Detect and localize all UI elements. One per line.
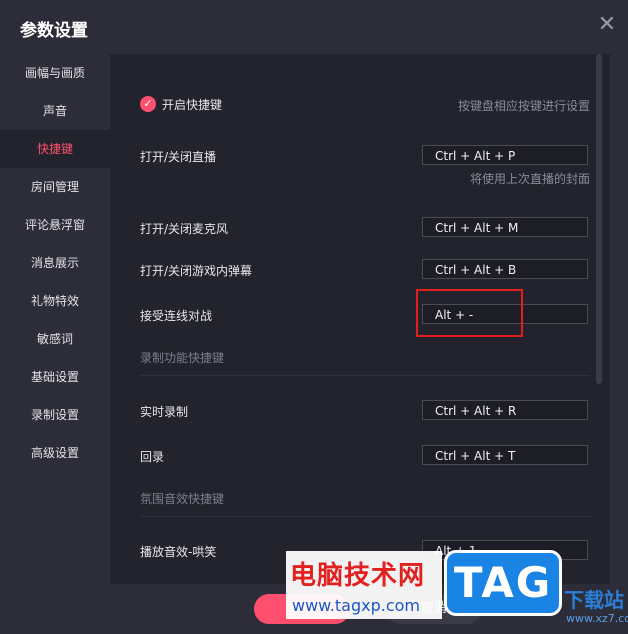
sidebar-item-display-quality[interactable]: 画幅与画质 — [0, 54, 110, 92]
section-divider — [140, 516, 590, 517]
watermark-url: www.tagxp.com — [292, 596, 420, 615]
dialog-titlebar: 参数设置 ✕ — [0, 0, 628, 54]
shortcut-label-replay-record: 回录 — [140, 450, 165, 464]
sidebar-item-record-settings[interactable]: 录制设置 — [0, 396, 110, 434]
shortcut-hint-toggle-live: 将使用上次直播的封面 — [470, 172, 591, 186]
watermark-right-text: 下载站 — [564, 588, 624, 612]
sidebar-item-comment-overlay[interactable]: 评论悬浮窗 — [0, 206, 110, 244]
shortcut-field-replay-record[interactable]: Ctrl + Alt + T — [422, 445, 588, 465]
sidebar-item-message-display[interactable]: 消息展示 — [0, 244, 110, 282]
watermark-logo: TAG — [444, 550, 562, 616]
sidebar-item-advanced-settings[interactable]: 高级设置 — [0, 434, 110, 472]
sidebar-item-shortcuts[interactable]: 快捷键 — [0, 130, 110, 168]
shortcut-field-realtime-record[interactable]: Ctrl + Alt + R — [422, 400, 588, 420]
shortcut-label-toggle-danmaku: 打开/关闭游戏内弹幕 — [140, 264, 253, 278]
scrollbar[interactable] — [596, 54, 602, 384]
section-title-recording: 录制功能快捷键 — [140, 351, 225, 365]
shortcut-label-laugh-sound: 播放音效-哄笑 — [140, 545, 217, 559]
enable-shortcuts-checkbox[interactable]: ✓ — [140, 96, 156, 112]
section-divider — [140, 375, 590, 376]
dialog-title: 参数设置 — [20, 21, 88, 41]
sidebar-item-gift-effects[interactable]: 礼物特效 — [0, 282, 110, 320]
shortcut-label-realtime-record: 实时录制 — [140, 405, 189, 419]
watermark-title: 电脑技术网 — [290, 561, 426, 591]
sidebar-item-room-management[interactable]: 房间管理 — [0, 168, 110, 206]
sidebar-item-sensitive-words[interactable]: 敏感词 — [0, 320, 110, 358]
shortcut-field-toggle-live[interactable]: Ctrl + Alt + P — [422, 145, 588, 165]
enable-shortcuts-label: 开启快捷键 — [162, 98, 223, 112]
sidebar-item-basic-settings[interactable]: 基础设置 — [0, 358, 110, 396]
shortcut-field-toggle-danmaku[interactable]: Ctrl + Alt + B — [422, 259, 588, 279]
shortcut-label-toggle-live: 打开/关闭直播 — [140, 150, 217, 164]
shortcut-field-toggle-mic[interactable]: Ctrl + Alt + M — [422, 217, 588, 237]
shortcut-label-accept-battle: 接受连线对战 — [140, 309, 213, 323]
shortcut-label-toggle-mic: 打开/关闭麦克风 — [140, 222, 229, 236]
close-icon[interactable]: ✕ — [596, 14, 618, 36]
section-title-atmosphere: 氛围音效快捷键 — [140, 492, 225, 506]
watermark-right-url: www.xz7.com — [566, 612, 628, 625]
enable-shortcuts-hint: 按键盘相应按键进行设置 — [458, 99, 591, 113]
settings-sidebar: 画幅与画质 声音 快捷键 房间管理 评论悬浮窗 消息展示 礼物特效 敏感词 基础… — [0, 54, 110, 584]
highlight-box — [416, 289, 523, 337]
sidebar-item-sound[interactable]: 声音 — [0, 92, 110, 130]
